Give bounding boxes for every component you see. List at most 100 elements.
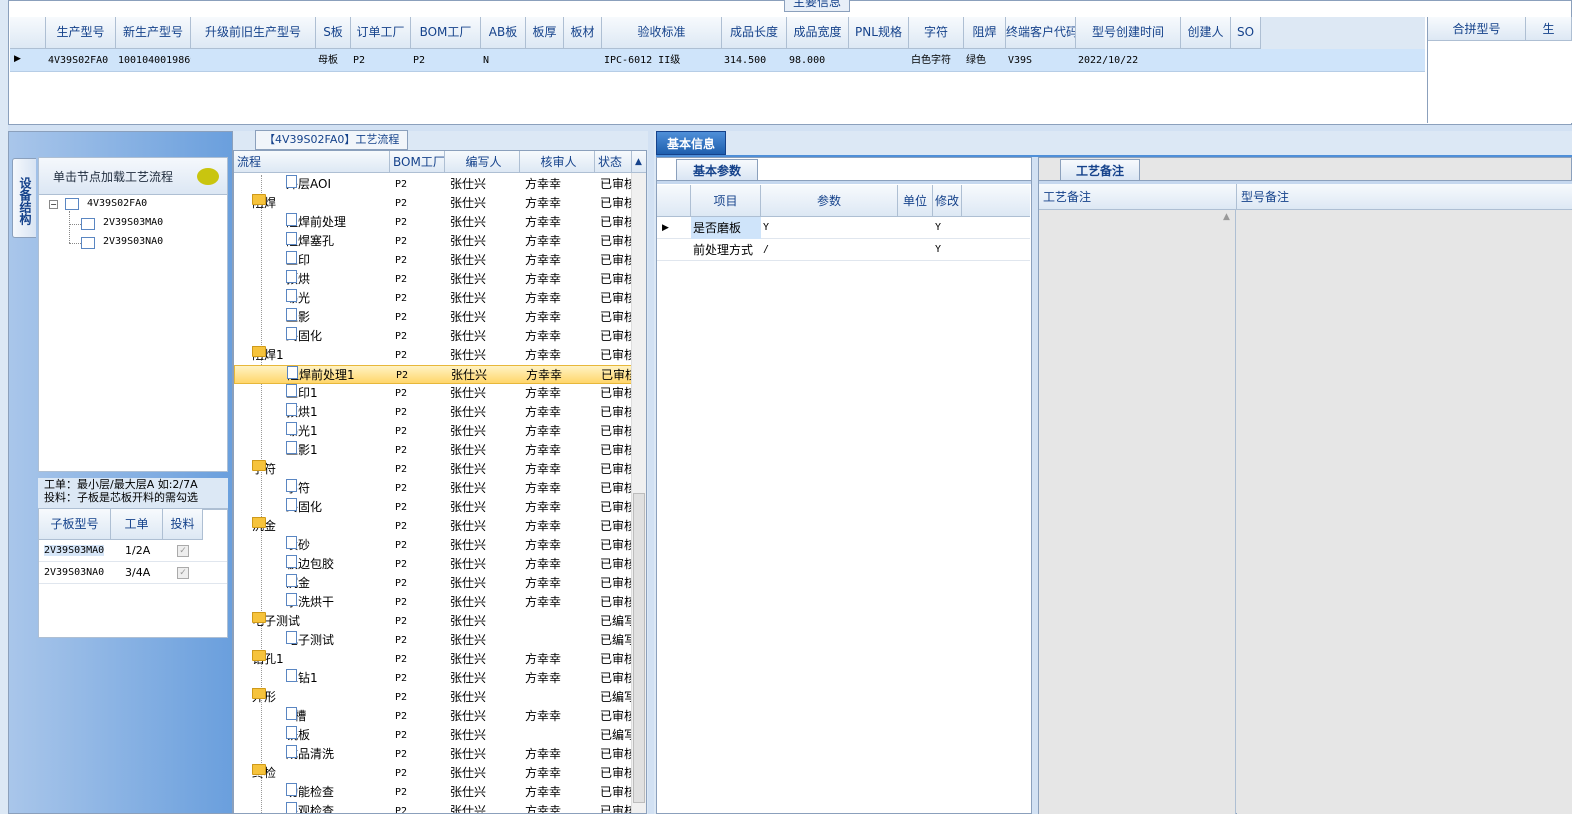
col-header[interactable]: 阻焊 [964, 17, 1006, 49]
col-header[interactable]: 修改 [933, 185, 962, 217]
tree-root[interactable]: 4V39S02FA0 [87, 198, 147, 209]
checkbox[interactable]: ✓ [177, 545, 189, 557]
table-row[interactable]: 外观检查 P2 张仕兴 方幸幸 已审核 [234, 802, 632, 813]
table-row[interactable]: −电子测试 P2 张仕兴 已编写 [234, 612, 632, 631]
cell-value[interactable]: 绿色 [966, 49, 1006, 72]
cell-value[interactable]: V39S [1008, 49, 1076, 72]
table-row[interactable]: 喷砂 P2 张仕兴 方幸幸 已审核 [234, 536, 632, 555]
table-row[interactable]: 电子测试 P2 张仕兴 已编写 [234, 631, 632, 650]
table-row[interactable]: 曝光 P2 张仕兴 方幸幸 已审核 [234, 289, 632, 308]
cell-value[interactable]: 314.500 [724, 49, 787, 72]
cell-value[interactable]: N [483, 49, 526, 72]
table-row[interactable]: 终固化 P2 张仕兴 方幸幸 已审核 [234, 327, 632, 346]
col-header[interactable]: 状态 [595, 151, 632, 173]
param-mod[interactable]: Y [935, 239, 941, 261]
col-header[interactable]: 投料 [163, 509, 203, 540]
table-row[interactable]: 功能检查 P2 张仕兴 方幸幸 已审核 [234, 783, 632, 802]
col-header[interactable]: 编写人 [445, 151, 520, 173]
col-header[interactable]: 流程 [234, 151, 390, 173]
table-row[interactable]: 前处理方式 / Y [657, 239, 1030, 261]
table-row[interactable]: −钻孔1 P2 张仕兴 方幸幸 已审核 [234, 650, 632, 669]
table-row[interactable]: 2V39S03NA0 3/4A ✓ [39, 562, 227, 584]
col-header[interactable]: 成品宽度 [787, 17, 849, 49]
param-item[interactable]: 前处理方式 [693, 239, 753, 261]
col-header[interactable]: S板 [316, 17, 351, 49]
param-value[interactable]: Y [763, 217, 769, 239]
col-header[interactable]: 合拼型号 [1428, 17, 1526, 41]
table-row[interactable]: −字符 P2 张仕兴 方幸幸 已审核 [234, 460, 632, 479]
sort-up-icon[interactable]: ▲ [632, 151, 646, 173]
main-grid-row[interactable]: ▶4V39S02FA010010400198698母板P2P2NIPC-6012… [10, 49, 1425, 72]
col-header[interactable]: 型号创建时间 [1076, 17, 1181, 49]
col-header[interactable]: 订单工厂 [351, 17, 411, 49]
table-row[interactable]: 丝印1 P2 张仕兴 方幸幸 已审核 [234, 384, 632, 403]
table-row[interactable]: 显影 P2 张仕兴 方幸幸 已审核 [234, 308, 632, 327]
col-header[interactable]: 成品长度 [722, 17, 787, 49]
table-row[interactable]: 预烘 P2 张仕兴 方幸幸 已审核 [234, 270, 632, 289]
table-row[interactable]: V槽 P2 张仕兴 方幸幸 已审核 [234, 707, 632, 726]
col-header[interactable]: 板材 [564, 17, 602, 49]
cell-value[interactable]: 母板 [318, 49, 351, 72]
col-header[interactable]: PNL规格 [849, 17, 909, 49]
table-row[interactable]: 阻焊前处理1 P2 张仕兴 方幸幸 已审核 [234, 365, 633, 384]
cell-value[interactable]: 4V39S02FA0 [48, 49, 116, 72]
col-header[interactable]: 板厚 [526, 17, 564, 49]
cell-value[interactable]: 2022/10/22 [1078, 49, 1181, 72]
table-row[interactable]: 二钻1 P2 张仕兴 方幸幸 已审核 [234, 669, 632, 688]
process-remark-field[interactable]: ▲ [1039, 210, 1236, 814]
table-row[interactable]: −终检 P2 张仕兴 方幸幸 已审核 [234, 764, 632, 783]
col-header[interactable]: 终端客户代码 [1006, 17, 1076, 49]
cell-value[interactable]: 白色字符 [911, 49, 964, 72]
col-header[interactable]: 工单 [111, 509, 163, 540]
table-row[interactable]: −沉金 P2 张仕兴 方幸幸 已审核 [234, 517, 632, 536]
col-header[interactable]: BOM工厂 [390, 151, 445, 173]
table-row[interactable]: 字符 P2 张仕兴 方幸幸 已审核 [234, 479, 632, 498]
col-header[interactable]: 新生产型号 [116, 17, 191, 49]
scrollbar-thumb[interactable] [633, 493, 645, 803]
col-header[interactable]: 项目 [691, 185, 761, 217]
col-header[interactable]: SO [1231, 17, 1261, 49]
table-row[interactable]: 终固化 P2 张仕兴 方幸幸 已审核 [234, 498, 632, 517]
col-header[interactable]: 字符 [909, 17, 964, 49]
table-row[interactable]: −外形 P2 张仕兴 已编写 [234, 688, 632, 707]
table-row[interactable]: 外层AOI P2 张仕兴 方幸幸 已审核 [234, 175, 632, 194]
table-row[interactable]: 预烘1 P2 张仕兴 方幸幸 已审核 [234, 403, 632, 422]
collapse-icon[interactable]: − [49, 200, 58, 209]
table-row[interactable]: −阻焊 P2 张仕兴 方幸幸 已审核 [234, 194, 632, 213]
col-header[interactable]: 生产型号 [46, 17, 116, 49]
cell-value[interactable]: IPC-6012 II级 [604, 49, 722, 72]
col-header[interactable]: 升级前旧生产型号 [191, 17, 316, 49]
checkbox[interactable]: ✓ [177, 567, 189, 579]
tree-child[interactable]: 2V39S03MA0 [103, 217, 163, 228]
horizontal-splitter[interactable] [8, 125, 1572, 131]
cell-value[interactable]: 98.000 [789, 49, 849, 72]
table-row[interactable]: 沉金 P2 张仕兴 方幸幸 已审核 [234, 574, 632, 593]
col-header[interactable]: 验收标准 [602, 17, 722, 49]
table-row[interactable]: 水洗烘干 P2 张仕兴 方幸幸 已审核 [234, 593, 632, 612]
table-row[interactable]: ▶ 是否磨板 Y Y [657, 217, 1030, 239]
col-header[interactable]: 核审人 [520, 151, 595, 173]
tab-basic-params[interactable]: 基本参数 [676, 159, 758, 181]
model-remark-field[interactable] [1237, 210, 1572, 814]
table-row[interactable]: 曝光1 P2 张仕兴 方幸幸 已审核 [234, 422, 632, 441]
col-header[interactable]: 子板型号 [39, 509, 111, 540]
table-row[interactable]: 2V39S03MA0 1/2A ✓ [39, 540, 227, 562]
tab-basic-info[interactable]: 基本信息 [656, 131, 726, 155]
load-flow-bar[interactable]: 单击节点加载工艺流程 [38, 157, 228, 195]
tree-child[interactable]: 2V39S03NA0 [103, 236, 163, 247]
table-row[interactable]: 铣板 P2 张仕兴 已编写 [234, 726, 632, 745]
tab-structure[interactable]: 设备结构 [12, 158, 36, 238]
vertical-splitter[interactable] [648, 131, 654, 814]
table-row[interactable]: 板边包胶 P2 张仕兴 方幸幸 已审核 [234, 555, 632, 574]
col-header[interactable]: 生 [1526, 17, 1572, 41]
table-row[interactable]: 阻焊塞孔 P2 张仕兴 方幸幸 已审核 [234, 232, 632, 251]
param-item[interactable]: 是否磨板 [691, 217, 761, 239]
cell-value[interactable]: P2 [353, 49, 411, 72]
tab-remarks[interactable]: 工艺备注 [1060, 159, 1140, 181]
scroll-up-icon[interactable]: ▲ [1223, 212, 1230, 222]
col-header[interactable]: AB板 [481, 17, 526, 49]
cell-value[interactable]: P2 [413, 49, 481, 72]
table-row[interactable]: −阻焊1 P2 张仕兴 方幸幸 已审核 [234, 346, 632, 365]
table-row[interactable]: 丝印 P2 张仕兴 方幸幸 已审核 [234, 251, 632, 270]
param-value[interactable]: / [763, 239, 769, 261]
